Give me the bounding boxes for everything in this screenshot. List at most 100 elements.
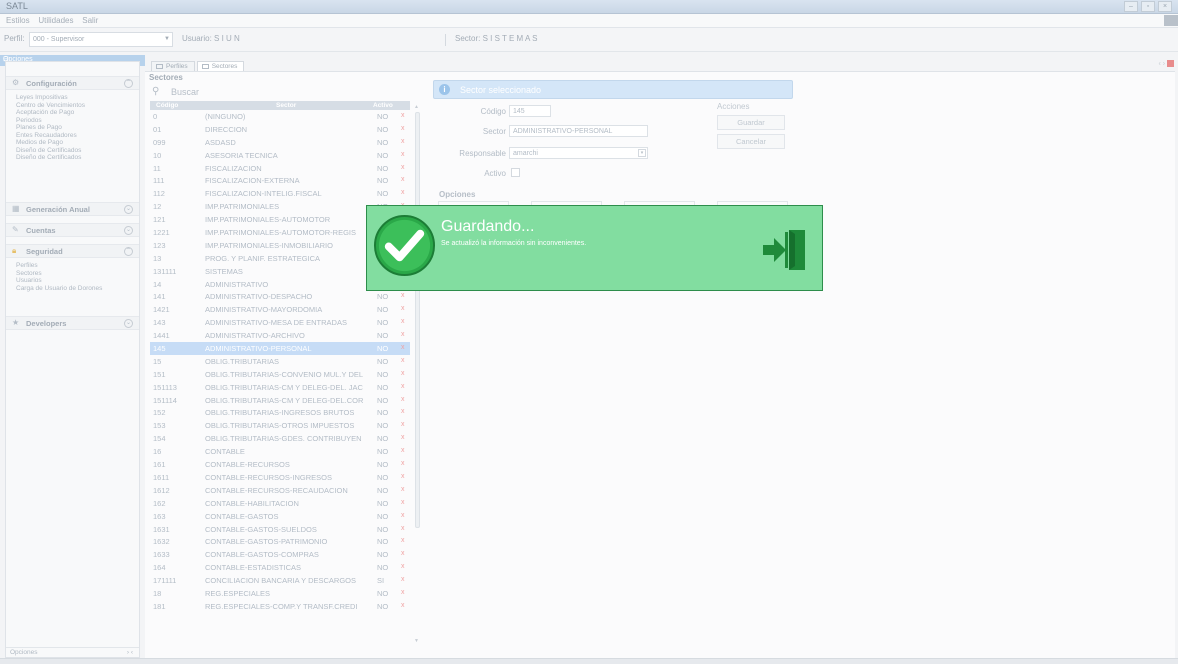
column-header-codigo[interactable]: Código (156, 102, 178, 109)
delete-row-icon[interactable]: x (401, 602, 405, 609)
delete-row-icon[interactable]: x (401, 447, 405, 454)
delete-row-icon[interactable]: x (401, 576, 405, 583)
column-header-activo[interactable]: Activo (373, 102, 393, 109)
table-row[interactable]: 151 OBLIG.TRIBUTARIAS-CONVENIO MUL.Y DEL N… (150, 368, 410, 381)
guardar-button[interactable]: Guardar (717, 115, 785, 130)
search-input[interactable]: Buscar (171, 87, 199, 97)
minimize-button[interactable]: – (1124, 1, 1138, 12)
table-row[interactable]: 1611 CONTABLE-RECURSOS-INGRESOS NO x (150, 471, 410, 484)
table-row[interactable]: 161 CONTABLE-RECURSOS NO x (150, 458, 410, 471)
group-header-developers[interactable]: ★ Developers ⌄ (6, 316, 139, 330)
sidebar-footer-arrows[interactable]: › ‹ (127, 649, 133, 656)
panel-controls[interactable]: ‹ › (1158, 60, 1174, 67)
table-row[interactable]: 143 ADMINISTRATIVO-MESA DE ENTRADAS NO x (150, 316, 410, 329)
delete-row-icon[interactable]: x (401, 460, 405, 467)
group-header-configuracion[interactable]: ⚙ Configuración ⌃ (6, 76, 139, 90)
sidebar-footer-label[interactable]: Opciones (10, 649, 37, 656)
search-box[interactable]: ⚲ Buscar (150, 86, 410, 99)
menu-salir[interactable]: Salir (82, 14, 98, 28)
delete-row-icon[interactable]: x (401, 189, 405, 196)
delete-row-icon[interactable]: x (401, 537, 405, 544)
delete-row-icon[interactable]: x (401, 408, 405, 415)
sidebar-item-medios[interactable]: Medios de Pago (6, 139, 139, 147)
sidebar-item-carga[interactable]: Carga de Usuario de Dorones (6, 285, 139, 293)
table-row[interactable]: 153 OBLIG.TRIBUTARIAS-OTROS IMPUESTOS NO x (150, 419, 410, 432)
delete-row-icon[interactable]: x (401, 499, 405, 506)
table-row[interactable]: 01 DIRECCION NO x (150, 123, 410, 136)
delete-row-icon[interactable]: x (401, 396, 405, 403)
maximize-button[interactable]: ▫ (1141, 1, 1155, 12)
table-row[interactable]: 181 REG.ESPECIALES-COMP.Y TRANSF.CREDI NO x (150, 600, 410, 613)
sidebar-item-aceptacion[interactable]: Aceptación de Pago (6, 109, 139, 117)
table-row[interactable]: 154 OBLIG.TRIBUTARIAS-GDES. CONTRIBUYEN NO… (150, 432, 410, 445)
tab-perfiles[interactable]: Perfiles (151, 61, 195, 71)
activo-checkbox[interactable] (511, 168, 520, 177)
scroll-down-icon[interactable]: ▼ (414, 638, 419, 644)
delete-row-icon[interactable]: x (401, 164, 405, 171)
table-row[interactable]: 145 ADMINISTRATIVO-PERSONAL NO x (150, 342, 410, 355)
delete-row-icon[interactable]: x (401, 525, 405, 532)
table-row[interactable]: 15 OBLIG.TRIBUTARIAS NO x (150, 355, 410, 368)
sidebar-item-leyes[interactable]: Leyes Impositivas (6, 94, 139, 102)
delete-row-icon[interactable]: x (401, 318, 405, 325)
close-button[interactable]: × (1158, 1, 1172, 12)
table-row[interactable]: 163 CONTABLE-GASTOS NO x (150, 510, 410, 523)
table-scrollbar[interactable]: ▲ ▼ (414, 104, 420, 644)
delete-row-icon[interactable]: x (401, 357, 405, 364)
delete-row-icon[interactable]: x (401, 344, 405, 351)
table-row[interactable]: 18 REG.ESPECIALES NO x (150, 587, 410, 600)
sidebar-item-diseno-2[interactable]: Diseño de Certificados (6, 154, 139, 162)
sidebar-item-sectores[interactable]: Sectores (6, 270, 139, 278)
table-row[interactable]: 151113 OBLIG.TRIBUTARIAS-CM Y DELEG-DEL. … (150, 381, 410, 394)
table-row[interactable]: 1612 CONTABLE-RECURSOS-RECAUDACION NO x (150, 484, 410, 497)
table-row[interactable]: 1421 ADMINISTRATIVO-MAYORDOMIA NO x (150, 303, 410, 316)
group-header-seguridad[interactable]: 🔒︎ Seguridad ⌃ (6, 244, 139, 258)
table-row[interactable]: 164 CONTABLE-ESTADISTICAS NO x (150, 561, 410, 574)
table-row[interactable]: 099 ASDASD NO x (150, 136, 410, 149)
codigo-field[interactable]: 145 (509, 105, 551, 117)
table-row[interactable]: 151114 OBLIG.TRIBUTARIAS-CM Y DELEG-DEL.C… (150, 394, 410, 407)
delete-row-icon[interactable]: x (401, 292, 405, 299)
delete-row-icon[interactable]: x (401, 138, 405, 145)
chevron-down-icon[interactable]: ⌄ (124, 205, 133, 214)
chevron-up-icon[interactable]: ⌃ (124, 247, 133, 256)
table-row[interactable]: 10 ASESORIA TECNICA NO x (150, 149, 410, 162)
delete-row-icon[interactable]: x (401, 383, 405, 390)
sector-field[interactable]: ADMINISTRATIVO-PERSONAL (509, 125, 648, 137)
delete-row-icon[interactable]: x (401, 589, 405, 596)
exit-icon[interactable] (761, 228, 807, 272)
menu-utilidades[interactable]: Utilidades (38, 14, 73, 28)
panel-arrows[interactable]: ‹ › (1158, 60, 1165, 67)
delete-row-icon[interactable]: x (401, 305, 405, 312)
group-header-cuentas[interactable]: ✎ Cuentas ⌄ (6, 223, 139, 237)
table-row[interactable]: 11 FISCALIZACION NO x (150, 162, 410, 175)
table-row[interactable]: 1631 CONTABLE-GASTOS-SUELDOS NO x (150, 523, 410, 536)
sidebar-item-usuarios[interactable]: Usuarios (6, 277, 139, 285)
chevron-down-icon[interactable]: ⌄ (124, 319, 133, 328)
sidebar-item-perfiles[interactable]: Perfiles (6, 262, 139, 270)
delete-row-icon[interactable]: x (401, 125, 405, 132)
table-row[interactable]: 141 ADMINISTRATIVO-DESPACHO NO x (150, 290, 410, 303)
delete-row-icon[interactable]: x (401, 176, 405, 183)
scroll-thumb[interactable] (415, 112, 420, 528)
sidebar-item-entes[interactable]: Entes Recaudadores (6, 132, 139, 140)
responsable-select[interactable]: amarchi ▾ (509, 147, 648, 159)
sidebar-item-planes[interactable]: Planes de Pago (6, 124, 139, 132)
sidebar-item-periodos[interactable]: Periodos (6, 117, 139, 125)
table-row[interactable]: 111 FISCALIZACION-EXTERNA NO x (150, 174, 410, 187)
delete-row-icon[interactable]: x (401, 112, 405, 119)
table-row[interactable]: 152 OBLIG.TRIBUTARIAS-INGRESOS BRUTOS NO x (150, 406, 410, 419)
delete-row-icon[interactable]: x (401, 486, 405, 493)
table-row[interactable]: 162 CONTABLE-HABILITACION NO x (150, 497, 410, 510)
chevron-down-icon[interactable]: ⌄ (124, 226, 133, 235)
table-row[interactable]: 112 FISCALIZACION-INTELIG.FISCAL NO x (150, 187, 410, 200)
table-row[interactable]: 1632 CONTABLE-GASTOS-PATRIMONIO NO x (150, 535, 410, 548)
cancelar-button[interactable]: Cancelar (717, 134, 785, 149)
group-header-generacion[interactable]: ▦ Generación Anual ⌄ (6, 202, 139, 216)
close-panel-icon[interactable] (1167, 60, 1174, 67)
column-header-sector[interactable]: Sector (276, 102, 296, 109)
delete-row-icon[interactable]: x (401, 512, 405, 519)
scroll-up-icon[interactable]: ▲ (414, 104, 419, 110)
delete-row-icon[interactable]: x (401, 473, 405, 480)
delete-row-icon[interactable]: x (401, 370, 405, 377)
